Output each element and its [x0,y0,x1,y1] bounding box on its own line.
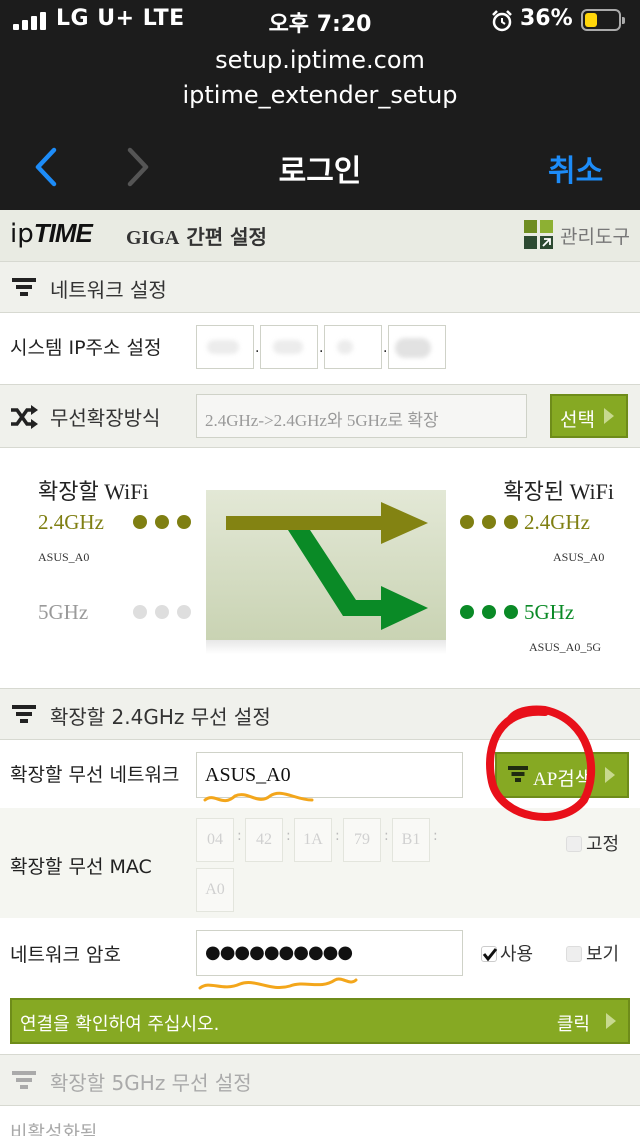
ip-octet-2[interactable] [260,325,318,369]
select-button[interactable]: 선택 [550,394,628,438]
extend-network-input[interactable]: ASUS_A0 [196,752,463,798]
filter-icon [507,766,529,784]
signal-dot [177,515,191,529]
source-wifi-title: 확장할 WiFi [38,479,149,504]
extension-arrows-graphic [206,490,446,640]
source-5ghz-label: 5GHz [38,600,89,624]
extension-mode-row: 무선확장방식 2.4GHz->2.4GHz와 5GHz로 확장 선택 [0,384,640,448]
signal-dot [133,605,147,619]
cancel-button[interactable]: 취소 [548,146,603,190]
signal-dot [460,605,474,619]
page-title: 로그인 [278,154,362,189]
signal-dot [460,515,474,529]
target-24ghz-label: 2.4GHz [524,510,590,534]
wifi-diagram: 확장할 WiFi 확장된 WiFi 2.4GHz ASUS_A0 5GHz 2.… [0,448,640,688]
extension-mode-field[interactable]: 2.4GHz->2.4GHz와 5GHz로 확장 [196,394,527,438]
network-password-input[interactable]: ●●●●●●●●●● [196,930,463,976]
system-ip-label: 시스템 IP주소 설정 [10,337,162,359]
signal-dot [504,515,518,529]
target-wifi-title: 확장된 WiFi [503,479,614,504]
extend-mac-label: 확장할 무선 MAC [10,856,152,878]
wifi5-settings-header: 확장할 5GHz 무선 설정 [0,1054,640,1106]
app-title: GIGA 간편 설정 [126,225,267,249]
extend-network-label: 확장할 무선 네트워크 [10,764,180,786]
section-title: 확장할 5GHz 무선 설정 [50,1071,252,1095]
fixed-checkbox[interactable] [566,836,582,852]
target-5ghz-ssid: ASUS_A0_5G [529,640,602,654]
battery-percent: 36% [520,6,573,31]
source-24ghz-ssid: ASUS_A0 [38,550,90,564]
battery-icon [581,9,625,31]
signal-dot [482,515,496,529]
ip-octet-3[interactable] [324,325,382,369]
shuffle-icon [11,405,38,429]
mac-octet-input[interactable]: A0 [196,868,234,912]
network-password-label: 네트워크 암호 [10,944,121,966]
status-bar: LG U+ LTE 오후 7:20 36% [0,0,640,42]
iptime-header: ipTIME GIGA 간편 설정 관리도구 [0,210,640,262]
browser-header: LG U+ LTE 오후 7:20 36% setup.iptime.com i… [0,0,640,210]
filter-icon [12,278,36,298]
section-title: 네트워크 설정 [50,278,167,302]
confirm-connection-bar[interactable]: 연결을 확인하여 주십시오. 클릭 [10,998,630,1044]
mac-octet-input[interactable]: 04 [196,818,234,862]
confirm-message: 연결을 확인하여 주십시오. [20,1014,220,1035]
signal-dot [177,605,191,619]
url-label[interactable]: setup.iptime.com [0,46,640,74]
show-label: 보기 [586,944,620,965]
target-5ghz-label: 5GHz [524,600,575,624]
signal-dot [155,515,169,529]
mac-octet-input[interactable]: 1A [294,818,332,862]
fixed-label: 고정 [586,834,620,855]
ip-octet-4[interactable] [388,325,446,369]
admin-tools-icon[interactable] [524,220,554,250]
signal-dot [504,605,518,619]
orange-underline-annotation [198,977,358,990]
mac-octet-input[interactable]: 79 [343,818,381,862]
use-password-checkbox[interactable] [481,946,498,962]
mac-octet-input[interactable]: 42 [245,818,283,862]
wifi24-settings-header: 확장할 2.4GHz 무선 설정 [0,688,640,740]
alarm-icon [492,10,512,32]
mac-octet-input[interactable]: B1 [392,818,430,862]
source-24ghz-label: 2.4GHz [38,510,104,534]
section-title: 확장할 2.4GHz 무선 설정 [50,705,271,729]
ap-search-button[interactable]: AP검색 [495,752,629,798]
click-button[interactable]: 클릭 [557,1010,590,1036]
filter-icon [12,705,36,725]
signal-dot [133,515,147,529]
checkmark-icon [482,948,498,962]
page-subtitle: iptime_extender_setup [182,81,458,109]
ip-octet-1[interactable] [196,325,254,369]
wifi5-status: 비활성화됨 [10,1122,98,1136]
signal-dot [482,605,496,619]
show-password-checkbox[interactable] [566,946,582,962]
section-title: 무선확장방식 [50,406,161,430]
filter-icon [12,1071,36,1091]
iptime-logo: ipTIME [10,218,93,249]
target-24ghz-ssid: ASUS_A0 [553,550,605,564]
use-label: 사용 [500,944,534,965]
network-settings-header: 네트워크 설정 [0,261,640,313]
admin-tools-link[interactable]: 관리도구 [560,222,630,249]
signal-dot [155,605,169,619]
